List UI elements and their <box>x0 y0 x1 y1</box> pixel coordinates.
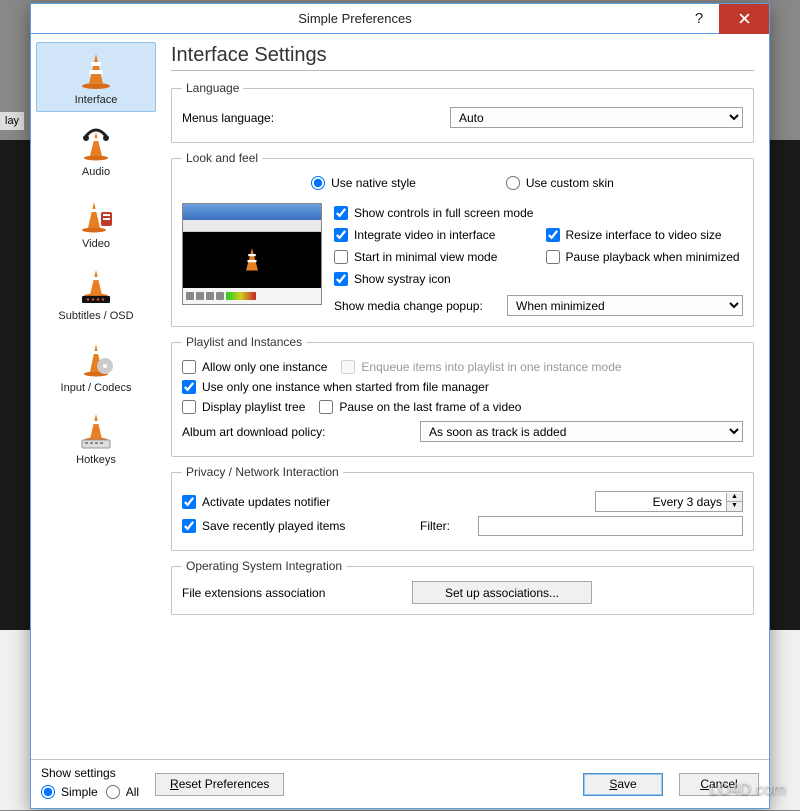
filter-input[interactable] <box>478 516 743 536</box>
enqueue-checkbox: Enqueue items into playlist in one insta… <box>341 360 621 374</box>
os-integration-legend: Operating System Integration <box>182 559 346 573</box>
category-sidebar: Interface Audio Video Subtitles / OSD <box>31 34 161 759</box>
sidebar-item-audio[interactable]: Audio <box>36 114 156 184</box>
album-art-select[interactable]: As soon as track is added <box>420 421 743 442</box>
spinner-up-icon[interactable]: ▲ <box>726 493 742 502</box>
privacy-group: Privacy / Network Interaction Activate u… <box>171 465 754 551</box>
pause-minimized-checkbox[interactable]: Pause playback when minimized <box>546 250 744 264</box>
setup-associations-button[interactable]: Set up associations... <box>412 581 592 604</box>
updates-interval-spinner[interactable]: ▲▼ <box>595 491 743 512</box>
sidebar-item-input-codecs[interactable]: Input / Codecs <box>36 330 156 400</box>
sidebar-item-hotkeys[interactable]: Hotkeys <box>36 402 156 472</box>
minimal-view-checkbox[interactable]: Start in minimal view mode <box>334 250 532 264</box>
titlebar: Simple Preferences ? <box>31 4 769 34</box>
page-title: Interface Settings <box>171 44 754 67</box>
language-legend: Language <box>182 81 243 95</box>
filter-label: Filter: <box>420 519 470 533</box>
language-group: Language Menus language: Auto <box>171 81 754 143</box>
updates-notifier-checkbox[interactable]: Activate updates notifier <box>182 495 587 509</box>
interface-preview <box>182 203 322 305</box>
privacy-legend: Privacy / Network Interaction <box>182 465 343 479</box>
close-button[interactable] <box>719 4 769 34</box>
sidebar-item-label: Hotkeys <box>76 454 116 466</box>
close-icon <box>739 13 750 24</box>
help-button[interactable]: ? <box>679 10 719 27</box>
window-title: Simple Preferences <box>31 11 679 26</box>
menus-language-select[interactable]: Auto <box>450 107 743 128</box>
album-art-label: Album art download policy: <box>182 425 412 439</box>
reset-preferences-button[interactable]: Reset Preferences <box>155 773 284 796</box>
sidebar-item-subtitles[interactable]: Subtitles / OSD <box>36 258 156 328</box>
sidebar-item-label: Input / Codecs <box>61 382 132 394</box>
show-controls-checkbox[interactable]: Show controls in full screen mode <box>334 206 743 220</box>
playlist-legend: Playlist and Instances <box>182 335 306 349</box>
sidebar-item-label: Video <box>82 238 110 250</box>
playlist-group: Playlist and Instances Allow only one in… <box>171 335 754 457</box>
show-all-radio[interactable]: All <box>106 785 139 799</box>
cone-headphones-icon <box>76 122 116 162</box>
dialog-footer: Show settings Simple All Reset Preferenc… <box>31 759 769 808</box>
background-tab-fragment: lay <box>0 112 24 130</box>
menus-language-label: Menus language: <box>182 111 442 125</box>
file-assoc-label: File extensions association <box>182 586 382 600</box>
show-simple-radio[interactable]: Simple <box>41 785 98 799</box>
custom-skin-radio[interactable]: Use custom skin <box>506 176 614 190</box>
sidebar-item-video[interactable]: Video <box>36 186 156 256</box>
lookfeel-group: Look and feel Use native style Use custo… <box>171 151 754 327</box>
lookfeel-legend: Look and feel <box>182 151 262 165</box>
sidebar-item-label: Subtitles / OSD <box>58 310 133 322</box>
native-style-radio[interactable]: Use native style <box>311 176 416 190</box>
resize-interface-checkbox[interactable]: Resize interface to video size <box>546 228 744 242</box>
media-popup-select[interactable]: When minimized <box>507 295 743 316</box>
sidebar-item-label: Audio <box>82 166 110 178</box>
cone-keyboard-icon <box>76 410 116 450</box>
systray-checkbox[interactable]: Show systray icon <box>334 272 743 286</box>
os-integration-group: Operating System Integration File extens… <box>171 559 754 615</box>
cone-subtitle-icon <box>76 266 116 306</box>
settings-panel: Interface Settings Language Menus langua… <box>161 34 769 759</box>
cone-disc-icon <box>76 338 116 378</box>
cone-film-icon <box>76 194 116 234</box>
title-separator <box>171 70 754 71</box>
sidebar-item-interface[interactable]: Interface <box>36 42 156 112</box>
spinner-down-icon[interactable]: ▼ <box>726 502 742 511</box>
cone-icon <box>76 50 116 90</box>
updates-interval-value[interactable] <box>596 492 726 511</box>
playlist-tree-checkbox[interactable]: Display playlist tree <box>182 400 305 414</box>
save-recent-checkbox[interactable]: Save recently played items <box>182 519 412 533</box>
fm-instance-checkbox[interactable]: Use only one instance when started from … <box>182 380 743 394</box>
one-instance-checkbox[interactable]: Allow only one instance <box>182 360 327 374</box>
pause-last-frame-checkbox[interactable]: Pause on the last frame of a video <box>319 400 521 414</box>
preferences-window: Simple Preferences ? Interface Audio <box>30 3 770 809</box>
sidebar-item-label: Interface <box>75 94 118 106</box>
media-popup-label: Show media change popup: <box>334 299 499 313</box>
save-button[interactable]: Save <box>583 773 663 796</box>
integrate-video-checkbox[interactable]: Integrate video in interface <box>334 228 532 242</box>
cancel-button[interactable]: Cancel <box>679 773 759 796</box>
show-settings-label: Show settings <box>41 766 139 780</box>
